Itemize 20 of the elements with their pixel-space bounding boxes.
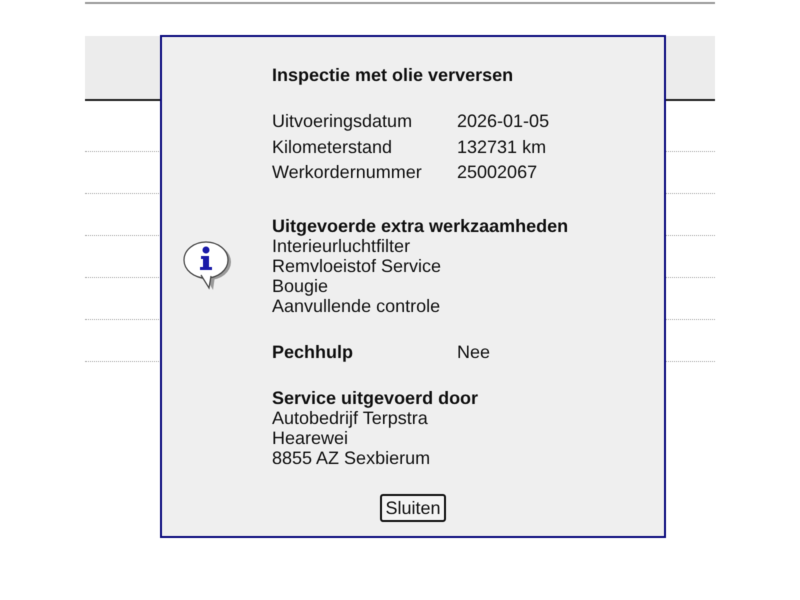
detail-value: 2026-01-05 [457,110,550,133]
detail-label: Werkordernummer [272,161,422,184]
close-button[interactable]: Sluiten [380,494,446,522]
dialog-title: Inspectie met olie verversen [272,64,514,86]
address-line: Hearewei [272,428,348,448]
address-line: Autobedrijf Terpstra [272,408,428,428]
detail-label: Kilometerstand [272,136,392,158]
work-item: Bougie [272,276,328,296]
work-item: Remvloeistof Service [272,256,442,276]
work-item: Aanvullende controle [272,296,440,316]
detail-label: Uitvoeringsdatum [272,110,412,133]
detail-value: Nee [457,342,490,362]
detail-value: 132731 km [457,136,546,158]
detail-value: 25002067 [457,161,538,184]
info-icon [183,240,233,292]
work-item: Interieurluchtfilter [272,236,410,256]
address-line: 8855 AZ Sexbierum [272,448,430,468]
section-heading: Uitgevoerde extra werkzaamheden [272,216,568,236]
detail-label: Pechhulp [272,342,354,362]
section-heading: Service uitgevoerd door [272,388,478,408]
